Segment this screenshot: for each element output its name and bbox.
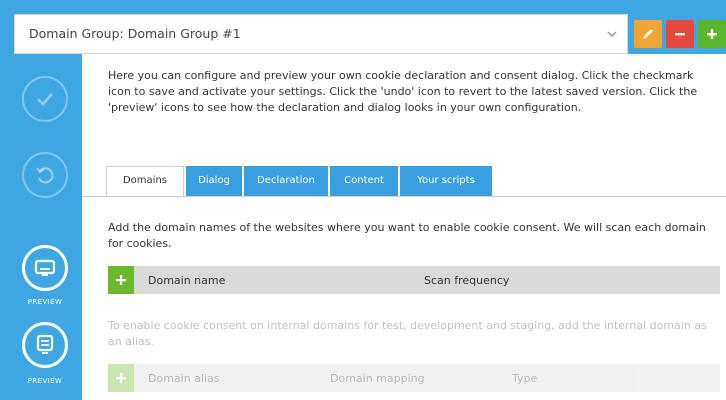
tab-divider (82, 196, 726, 197)
add-alias-button[interactable] (108, 364, 134, 392)
plus-icon (116, 275, 126, 285)
tab-your-scripts[interactable]: Your scripts (400, 166, 492, 196)
preview-banner-button[interactable] (22, 245, 68, 291)
column-domain-alias: Domain alias (148, 372, 220, 385)
delete-domain-group-button[interactable] (666, 20, 694, 48)
domain-group-selected-value: Domain Group: Domain Group #1 (29, 26, 241, 41)
preview-dialog-button[interactable] (22, 322, 68, 368)
preview-dialog-label: PREVIEW (27, 377, 63, 385)
pencil-icon (643, 29, 653, 39)
tab-domains[interactable]: Domains (106, 166, 184, 197)
add-domain-button[interactable] (108, 266, 134, 294)
column-domain-name: Domain name (148, 274, 226, 287)
tab-content[interactable]: Content (330, 166, 398, 196)
checkmark-icon (37, 93, 53, 106)
column-scan-frequency: Scan frequency (424, 274, 510, 287)
dialog-icon (36, 334, 54, 354)
domains-table-header: Domain name Scan frequency (108, 266, 720, 294)
chevron-down-icon (607, 31, 617, 38)
monitor-icon (34, 259, 56, 276)
domain-group-select[interactable]: Domain Group: Domain Group #1 (14, 14, 628, 54)
alias-table-header: Domain alias Domain mapping Type (108, 364, 720, 392)
save-button[interactable] (22, 76, 68, 122)
minus-icon (675, 33, 685, 36)
tab-dialog[interactable]: Dialog (186, 166, 242, 196)
tab-declaration[interactable]: Declaration (244, 166, 328, 196)
add-domain-group-button[interactable] (698, 20, 726, 48)
settings-panel: Here you can configure and preview your … (82, 54, 726, 400)
domain-group-bar: Domain Group: Domain Group #1 (14, 14, 726, 54)
alias-description: To enable cookie consent on internal dom… (108, 319, 707, 348)
plus-icon (116, 373, 126, 383)
intro-text: Here you can configure and preview your … (108, 69, 698, 114)
undo-icon (36, 167, 54, 184)
revert-button[interactable] (22, 152, 68, 198)
column-type: Type (512, 372, 538, 385)
domains-description: Add the domain names of the websites whe… (108, 221, 706, 250)
preview-banner-label: PREVIEW (27, 298, 63, 306)
column-domain-mapping: Domain mapping (330, 372, 425, 385)
plus-icon (707, 29, 717, 39)
edit-domain-group-button[interactable] (634, 20, 662, 48)
